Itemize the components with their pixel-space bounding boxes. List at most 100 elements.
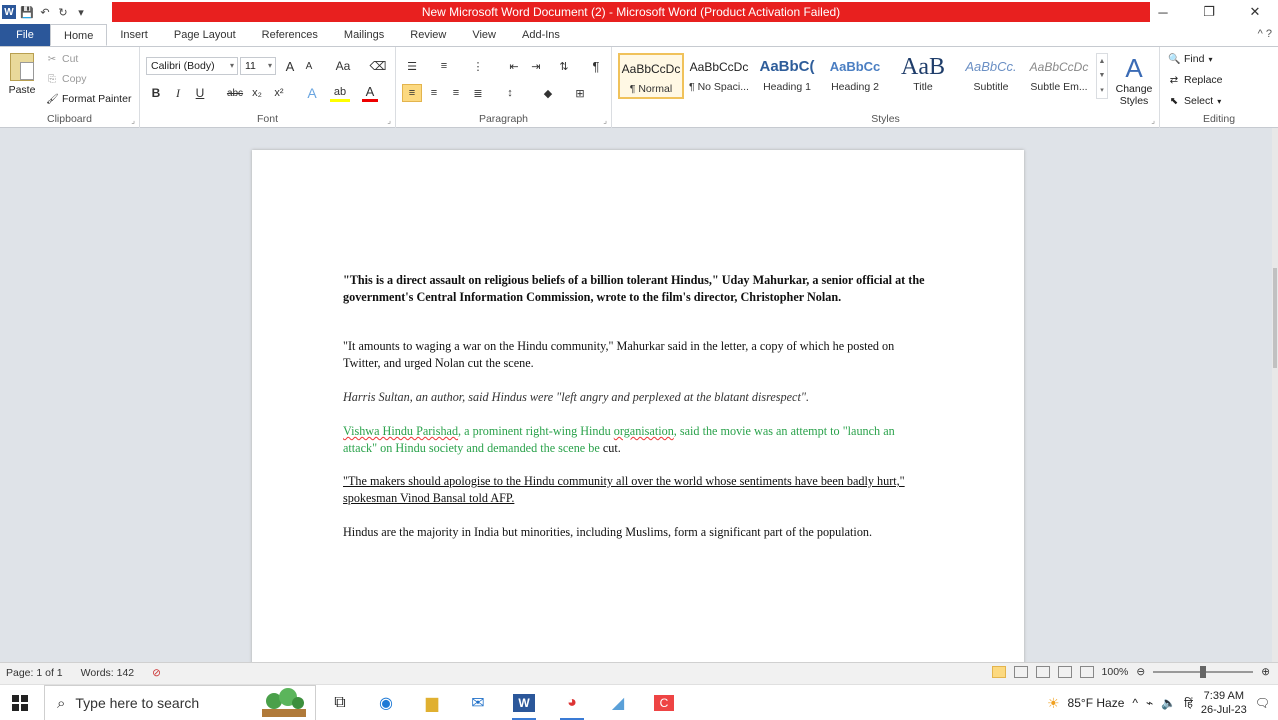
proofing-icon[interactable]: ⊘: [152, 667, 161, 679]
style-subtle-emphasis[interactable]: AaBbCcDc Subtle Em...: [1026, 53, 1092, 99]
red-app-icon[interactable]: C: [646, 689, 682, 717]
paste-button[interactable]: Paste: [6, 53, 38, 96]
chevron-up-icon[interactable]: ▲: [1099, 58, 1106, 65]
tab-mailings[interactable]: Mailings: [331, 24, 397, 46]
font-color-button[interactable]: A: [362, 84, 378, 102]
word-logo-icon[interactable]: W: [2, 5, 16, 19]
line-spacing-icon[interactable]: ↕: [500, 84, 520, 102]
paragraph-5[interactable]: "The makers should apologise to the Hind…: [343, 473, 928, 506]
file-explorer-icon[interactable]: ▆: [414, 689, 450, 717]
app-icon[interactable]: ◢: [600, 689, 636, 717]
network-icon[interactable]: ⌁: [1146, 696, 1153, 710]
chevron-down-icon[interactable]: ▼: [1099, 72, 1106, 79]
zoom-level[interactable]: 100%: [1102, 666, 1129, 678]
page-count[interactable]: Page: 1 of 1: [6, 667, 63, 679]
clipboard-launcher-icon[interactable]: ⌟: [131, 116, 135, 125]
restore-button[interactable]: ❐: [1186, 0, 1232, 24]
paragraph-3[interactable]: Harris Sultan, an author, said Hindus we…: [343, 389, 928, 406]
subscript-button[interactable]: x₂: [248, 84, 266, 102]
tab-review[interactable]: Review: [397, 24, 459, 46]
customize-qat-icon[interactable]: ▾: [74, 5, 88, 19]
font-name-select[interactable]: Calibri (Body) ▾: [146, 57, 238, 75]
style-heading-1[interactable]: AaBbC( Heading 1: [754, 53, 820, 99]
justify-icon[interactable]: ≣: [468, 84, 488, 102]
edge-icon[interactable]: ◉: [368, 689, 404, 717]
task-view-icon[interactable]: ⧉: [322, 689, 358, 717]
scrollbar-thumb[interactable]: [1273, 268, 1277, 368]
language-icon[interactable]: हिं: [1184, 696, 1193, 711]
find-button[interactable]: 🔍 Find ▾: [1168, 53, 1212, 65]
align-right-icon[interactable]: ≡: [446, 84, 466, 102]
weather-text[interactable]: 85°F Haze: [1068, 696, 1125, 710]
outline-icon[interactable]: [1057, 666, 1072, 678]
style-no-spacing[interactable]: AaBbCcDc ¶ No Spaci...: [686, 53, 752, 99]
chevron-up-icon[interactable]: ^: [1132, 696, 1138, 710]
save-icon[interactable]: 💾: [20, 5, 34, 19]
decrease-indent-icon[interactable]: ⇤: [504, 57, 524, 75]
superscript-button[interactable]: x²: [270, 84, 288, 102]
strikethrough-button[interactable]: abc: [224, 84, 246, 102]
styles-launcher-icon[interactable]: ⌟: [1151, 116, 1155, 125]
cut-button[interactable]: ✂ Cut: [46, 53, 79, 65]
font-launcher-icon[interactable]: ⌟: [387, 116, 391, 125]
word-taskbar-icon[interactable]: W: [506, 689, 542, 720]
paragraph-launcher-icon[interactable]: ⌟: [603, 116, 607, 125]
bullets-icon[interactable]: ☰: [402, 57, 422, 75]
sort-icon[interactable]: ⇅: [554, 57, 574, 75]
increase-indent-icon[interactable]: ⇥: [526, 57, 546, 75]
undo-icon[interactable]: ↶: [38, 5, 52, 19]
shading-icon[interactable]: ◆: [538, 84, 558, 102]
zoom-slider[interactable]: [1153, 666, 1254, 678]
vertical-scrollbar[interactable]: [1272, 128, 1278, 662]
web-layout-icon[interactable]: [1035, 666, 1050, 678]
draft-icon[interactable]: [1079, 666, 1094, 678]
document-page[interactable]: "This is a direct assault on religious b…: [252, 150, 1024, 662]
copy-button[interactable]: ⎘ Copy: [46, 73, 87, 85]
change-case-button[interactable]: Aa: [332, 57, 354, 75]
style-subtitle[interactable]: AaBbCc. Subtitle: [958, 53, 1024, 99]
paragraph-2[interactable]: "It amounts to waging a war on the Hindu…: [343, 338, 928, 371]
redo-icon[interactable]: ↻: [56, 5, 70, 19]
styles-gallery-scroll[interactable]: ▲ ▼ ▾: [1096, 53, 1108, 99]
help-icon[interactable]: ^ ?: [1258, 28, 1272, 40]
replace-button[interactable]: ⇄ Replace: [1168, 74, 1223, 86]
style-title[interactable]: AaB Title: [890, 53, 956, 99]
windows-start-icon[interactable]: [8, 691, 32, 715]
style-normal[interactable]: AaBbCcDc ¶ Normal: [618, 53, 684, 99]
tab-view[interactable]: View: [459, 24, 509, 46]
weather-icon[interactable]: ☀: [1047, 695, 1060, 712]
tab-file[interactable]: File: [0, 24, 50, 46]
clear-formatting-icon[interactable]: ⌫: [370, 57, 387, 75]
minimize-button[interactable]: ─: [1140, 0, 1186, 24]
align-left-icon[interactable]: ≡: [402, 84, 422, 102]
font-size-select[interactable]: 11 ▾: [240, 57, 276, 75]
paragraph-4[interactable]: Vishwa Hindu Parishad, a prominent right…: [343, 423, 928, 456]
gallery-more-icon[interactable]: ▾: [1100, 86, 1104, 94]
text-effects-icon[interactable]: A: [302, 84, 322, 102]
zoom-slider-thumb[interactable]: [1200, 666, 1207, 678]
show-marks-button[interactable]: ¶: [586, 57, 606, 75]
paragraph-6[interactable]: Hindus are the majority in India but min…: [343, 524, 928, 541]
zoom-out-icon[interactable]: ⊖: [1136, 666, 1145, 678]
select-button[interactable]: ⬉ Select ▾: [1168, 95, 1221, 107]
tab-home[interactable]: Home: [50, 24, 108, 46]
full-screen-reading-icon[interactable]: [1013, 666, 1028, 678]
chrome-icon[interactable]: ◕: [554, 689, 590, 720]
numbering-icon[interactable]: ≡: [434, 57, 454, 75]
shrink-font-button[interactable]: A: [302, 57, 316, 75]
highlight-button[interactable]: ab: [330, 84, 350, 102]
print-layout-icon[interactable]: [991, 666, 1006, 678]
multilevel-list-icon[interactable]: ⋮: [468, 57, 488, 75]
underline-button[interactable]: U: [192, 84, 208, 102]
tab-references[interactable]: References: [249, 24, 331, 46]
volume-icon[interactable]: 🔈: [1161, 696, 1176, 710]
paragraph-1[interactable]: "This is a direct assault on religious b…: [343, 272, 928, 305]
style-heading-2[interactable]: AaBbCc Heading 2: [822, 53, 888, 99]
word-count[interactable]: Words: 142: [81, 667, 135, 679]
italic-button[interactable]: I: [170, 84, 186, 102]
clock[interactable]: 7:39 AM 26-Jul-23: [1201, 689, 1247, 717]
grow-font-button[interactable]: A: [282, 57, 298, 75]
zoom-in-icon[interactable]: ⊕: [1261, 666, 1270, 678]
mail-icon[interactable]: ✉: [460, 689, 496, 717]
close-button[interactable]: ✕: [1232, 0, 1278, 24]
